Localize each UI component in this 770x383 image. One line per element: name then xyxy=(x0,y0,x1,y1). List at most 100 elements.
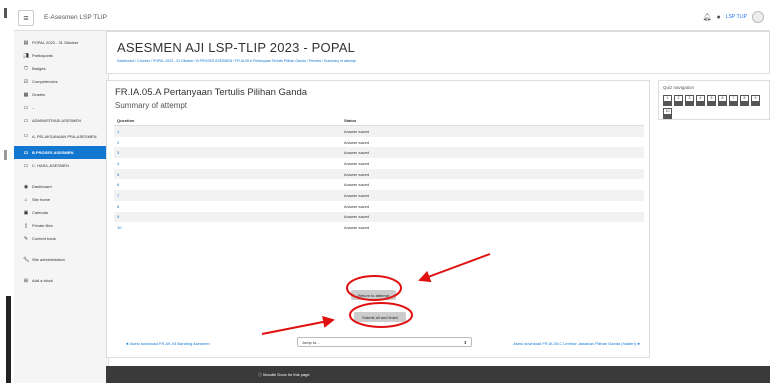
folder-icon: ▭ xyxy=(23,149,29,156)
answered-indicator xyxy=(697,101,704,105)
sidebar-item-grades[interactable]: ▦ Grades xyxy=(14,88,108,101)
sidebar-item-competencies[interactable]: ☑ Competencies xyxy=(14,75,108,88)
question-link[interactable]: 10 xyxy=(114,225,341,230)
sidebar-item-administrasi[interactable]: ▭ ADMINISTRASI ASESMEN xyxy=(14,114,108,127)
table-row: 5 Answer saved xyxy=(114,168,644,180)
table-row: 1 Answer saved xyxy=(114,126,644,137)
table-row: 2 Answer saved xyxy=(114,137,644,148)
quiz-nav-button[interactable]: 4 xyxy=(696,95,705,106)
user-name[interactable]: LSP TLIP xyxy=(726,14,747,20)
sidebar-item-label: POPAL 2023 - 31 Oktober xyxy=(32,40,79,45)
course-icon: ▤ xyxy=(23,39,29,46)
table-row: 8 Answer saved xyxy=(114,201,644,212)
sidebar-item-calendar[interactable]: ▣ Calendar xyxy=(14,206,108,219)
sidebar-item-label: Dashboard xyxy=(32,184,52,189)
status-cell: Answer saved xyxy=(344,160,370,166)
status-cell: Answer saved xyxy=(344,128,370,134)
quiz-nav-button[interactable]: 5 xyxy=(707,95,716,106)
quiz-nav-button[interactable]: 8 xyxy=(740,95,749,106)
question-link[interactable]: 1 xyxy=(114,129,341,134)
chevron-down-icon: ⬍ xyxy=(463,340,467,345)
sidebar-item-label: Grades xyxy=(32,92,46,97)
sidebar-item-label: Calendar xyxy=(32,210,49,215)
breadcrumb[interactable]: Dashboard / Courses / POPAL 2023 - 31 Ok… xyxy=(117,59,356,63)
sidebar-item-participants[interactable]: 👥︎ Participants xyxy=(14,49,108,62)
sidebar-item-section[interactable]: ▭... xyxy=(14,101,108,114)
answered-indicator xyxy=(664,114,671,118)
sidebar-item-label: Add a block xyxy=(32,278,53,283)
answered-indicator xyxy=(730,101,737,105)
sidebar-item-label: Badges xyxy=(32,66,46,71)
question-link[interactable]: 2 xyxy=(114,140,341,145)
sidebar: ▤ POPAL 2023 - 31 Oktober 👥︎ Participants … xyxy=(14,31,109,383)
sidebar-item-label: ... xyxy=(32,105,36,110)
sidebar-item-badges[interactable]: ⛉ Badges xyxy=(14,62,108,75)
top-navbar: ≡ E-Asesmen LSP TLIP 🔔︎ ● LSP TLIP xyxy=(14,5,770,31)
quiz-nav-button[interactable]: 3 xyxy=(685,95,694,106)
sidebar-item-label: Content bank xyxy=(32,236,56,241)
question-link[interactable]: 3 xyxy=(114,150,341,155)
quiz-nav-button[interactable]: 9 xyxy=(751,95,760,106)
submit-all-and-finish-button[interactable]: Submit all and finish xyxy=(354,312,406,322)
avatar[interactable] xyxy=(752,11,764,23)
previous-activity-link[interactable]: ◄ Asesi download FR.AK.04 Banding Asesme… xyxy=(125,341,210,346)
question-link[interactable]: 8 xyxy=(114,204,341,209)
sidebar-item-site-home[interactable]: ⌂ Site home xyxy=(14,193,108,206)
question-link[interactable]: 7 xyxy=(114,193,341,198)
status-cell: Answer saved xyxy=(344,182,370,188)
sidebar-item-proses-asesmen[interactable]: ▭ B.PROSES ASESMEN xyxy=(14,146,108,159)
wrench-icon: 🔧︎ xyxy=(23,256,30,263)
users-icon: 👥︎ xyxy=(23,52,30,59)
status-cell: Answer saved xyxy=(344,150,370,156)
check-icon: ☑ xyxy=(23,78,29,85)
summary-table: Question Status 1 Answer saved 2 Answer sa… xyxy=(114,116,644,233)
quiz-navigation-grid: 1 2 3 4 5 6 7 8 9 10 xyxy=(663,95,767,119)
moodle-docs-link[interactable]: ⓘ Moodle Docs for this page xyxy=(258,372,310,378)
answered-indicator xyxy=(686,101,693,105)
home-icon: ⌂ xyxy=(24,196,28,203)
quiz-nav-button[interactable]: 1 xyxy=(663,95,672,106)
return-to-attempt-button[interactable]: Return to attempt xyxy=(351,290,396,300)
chat-icon[interactable]: ● xyxy=(717,14,721,21)
answered-indicator xyxy=(752,101,759,105)
status-cell: Answer saved xyxy=(344,214,370,220)
status-cell: Answer saved xyxy=(344,139,370,145)
nav-right: 🔔︎ ● LSP TLIP xyxy=(703,11,764,23)
status-cell: Answer saved xyxy=(344,192,370,198)
page-footer: ⓘ Moodle Docs for this page xyxy=(106,366,770,383)
next-activity-link[interactable]: Asesi download FR.IA.05.C Lembar Jawaban… xyxy=(513,341,641,346)
sidebar-item-dashboard[interactable]: ◉ Dashboard xyxy=(14,180,108,193)
sidebar-item-private-files[interactable]: ▯ Private files xyxy=(14,219,108,232)
table-row: 3 Answer saved xyxy=(114,147,644,159)
summary-title: Summary of attempt xyxy=(115,101,188,110)
quiz-nav-button[interactable]: 2 xyxy=(674,95,683,106)
quiz-nav-button[interactable]: 6 xyxy=(718,95,727,106)
badge-icon: ⛉ xyxy=(24,65,28,72)
column-header-question: Question xyxy=(117,118,135,123)
sidebar-item-content-bank[interactable]: ✎ Content bank xyxy=(14,232,108,245)
sidebar-item-pra-asesmen[interactable]: ▭ A. PELAKSANAAN PRA-ASESMEN xyxy=(14,127,108,146)
question-link[interactable]: 5 xyxy=(114,172,341,177)
sidebar-item-course[interactable]: ▤ POPAL 2023 - 31 Oktober xyxy=(14,36,108,49)
sidebar-item-add-block[interactable]: ⊞ Add a block xyxy=(14,274,108,287)
file-icon: ▯ xyxy=(24,222,28,229)
sidebar-item-hasil-asesmen[interactable]: ▭ C. HASIL ASESMEN xyxy=(14,159,108,172)
jump-to-value: Jump to... xyxy=(302,339,320,345)
quiz-nav-button[interactable]: 10 xyxy=(663,108,672,119)
status-cell: Answer saved xyxy=(344,225,370,231)
left-edge-mark xyxy=(4,150,7,160)
question-link[interactable]: 4 xyxy=(114,161,341,166)
quiz-nav-button[interactable]: 7 xyxy=(729,95,738,106)
answered-indicator xyxy=(741,101,748,105)
bell-icon[interactable]: 🔔︎ xyxy=(703,13,712,21)
site-name[interactable]: E-Asesmen LSP TLIP xyxy=(44,14,107,21)
question-link[interactable]: 9 xyxy=(114,214,341,219)
hamburger-icon[interactable]: ≡ xyxy=(18,9,34,26)
question-link[interactable]: 6 xyxy=(114,182,341,187)
pencil-icon: ✎ xyxy=(23,235,29,242)
page-header: ASESMEN AJI LSP-TLIP 2023 - POPAL Dashbo… xyxy=(106,31,770,74)
jump-to-select[interactable]: Jump to... ⬍ xyxy=(297,337,472,347)
activity-navigation: ◄ Asesi download FR.AK.04 Banding Asesme… xyxy=(115,337,645,349)
sidebar-item-label: Private files xyxy=(32,223,53,228)
sidebar-item-site-admin[interactable]: 🔧︎ Site administration xyxy=(14,253,108,266)
